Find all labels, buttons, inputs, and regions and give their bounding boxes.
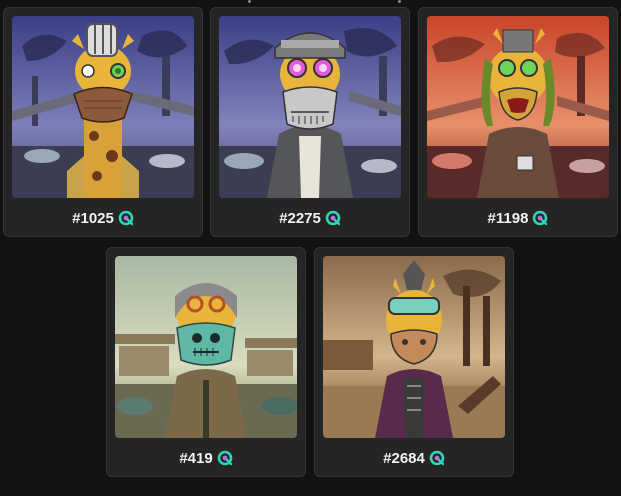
nft-card-2275[interactable]: #2275 bbox=[210, 7, 410, 237]
nft-card-1198[interactable]: #1198 bbox=[418, 7, 618, 237]
horse-goggles-artwork bbox=[323, 256, 505, 438]
verified-q-icon bbox=[118, 210, 134, 226]
nft-card-419[interactable]: #419 bbox=[106, 247, 306, 477]
giraffe-skull-artwork bbox=[219, 16, 401, 198]
top-edge bbox=[0, 0, 621, 6]
nft-caption: #2684 bbox=[315, 446, 513, 470]
verified-q-icon bbox=[325, 210, 341, 226]
nft-card-1025[interactable]: #1025 bbox=[3, 7, 203, 237]
token-id: #2684 bbox=[383, 449, 425, 467]
verified-q-icon bbox=[429, 450, 445, 466]
nft-caption: #1198 bbox=[419, 206, 617, 230]
nft-artwork[interactable] bbox=[12, 16, 194, 198]
giraffe-mask-artwork bbox=[12, 16, 194, 198]
nft-artwork[interactable] bbox=[115, 256, 297, 438]
nft-caption: #2275 bbox=[211, 206, 409, 230]
giraffe-skull-bandana-artwork bbox=[115, 256, 297, 438]
verified-q-icon bbox=[532, 210, 548, 226]
giraffe-dreadlocks-artwork bbox=[427, 16, 609, 198]
token-id: #1025 bbox=[72, 209, 114, 227]
token-id: #2275 bbox=[279, 209, 321, 227]
top-edge-dot bbox=[248, 0, 251, 3]
nft-card-2684[interactable]: #2684 bbox=[314, 247, 514, 477]
verified-q-icon bbox=[217, 450, 233, 466]
nft-artwork[interactable] bbox=[427, 16, 609, 198]
nft-caption: #419 bbox=[107, 446, 305, 470]
token-id: #419 bbox=[179, 449, 213, 467]
top-edge-dot bbox=[398, 0, 401, 3]
nft-caption: #1025 bbox=[4, 206, 202, 230]
nft-artwork[interactable] bbox=[323, 256, 505, 438]
token-id: #1198 bbox=[487, 209, 529, 227]
nft-artwork[interactable] bbox=[219, 16, 401, 198]
